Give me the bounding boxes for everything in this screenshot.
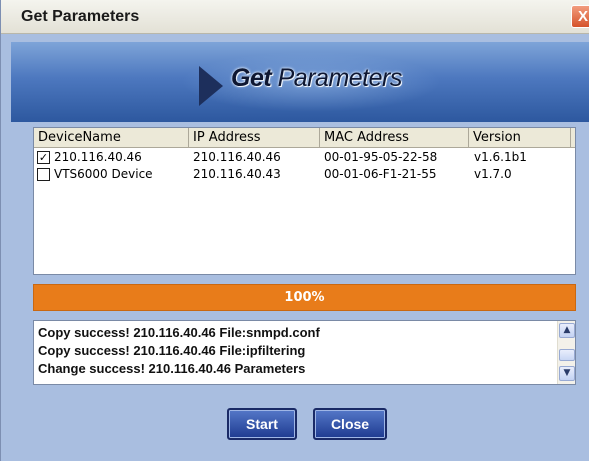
scroll-up-button[interactable]: ▲ <box>559 323 575 338</box>
log-line: Copy success! 210.116.40.46 File:snmpd.c… <box>38 325 320 340</box>
start-button[interactable]: Start <box>227 408 297 440</box>
device-list[interactable]: DeviceName IP Address MAC Address Versio… <box>33 127 576 275</box>
chevron-up-icon: ▲ <box>563 325 571 335</box>
progress-bar: 100% <box>33 284 576 311</box>
progress-label: 100% <box>284 290 325 305</box>
device-list-header: DeviceName IP Address MAC Address Versio… <box>34 128 575 148</box>
column-header-version[interactable]: Version <box>469 128 571 148</box>
banner-title: Get Parameters <box>231 64 402 93</box>
device-row[interactable]: VTS6000 Device 210.116.40.43 00-01-06-F1… <box>34 166 575 183</box>
device-row[interactable]: ✓ 210.116.40.46 210.116.40.46 00-01-95-0… <box>34 149 575 166</box>
device-version: v1.6.1b1 <box>474 150 527 164</box>
scroll-thumb[interactable] <box>559 349 575 361</box>
device-mac: 00-01-06-F1-21-55 <box>324 167 437 181</box>
device-checkbox[interactable] <box>37 168 50 181</box>
device-checkbox[interactable]: ✓ <box>37 151 50 164</box>
device-name: VTS6000 Device <box>54 167 153 181</box>
column-header-ip-address[interactable]: IP Address <box>189 128 320 148</box>
log-line: Change success! 210.116.40.46 Parameters <box>38 361 306 376</box>
device-ip: 210.116.40.43 <box>193 167 281 181</box>
device-ip: 210.116.40.46 <box>193 150 281 164</box>
column-header-mac-address[interactable]: MAC Address <box>320 128 469 148</box>
arrow-right-icon <box>199 66 223 106</box>
banner-title-rest: Parameters <box>271 64 403 92</box>
device-mac: 00-01-95-05-22-58 <box>324 150 438 164</box>
banner-title-bold: Get <box>231 64 272 92</box>
chevron-down-icon: ▼ <box>563 368 571 378</box>
header-banner: Get Parameters <box>11 42 589 122</box>
title-bar[interactable]: Get Parameters X <box>1 0 589 34</box>
window-title: Get Parameters <box>21 8 140 25</box>
device-version: v1.7.0 <box>474 167 512 181</box>
result-log[interactable]: Copy success! 210.116.40.46 File:snmpd.c… <box>33 320 576 385</box>
device-name: 210.116.40.46 <box>54 150 142 164</box>
log-scrollbar[interactable]: ▲ ▼ <box>557 321 575 384</box>
close-window-button[interactable]: X <box>571 5 589 28</box>
log-line: Copy success! 210.116.40.46 File:ipfilte… <box>38 343 306 358</box>
close-icon: X <box>577 8 588 25</box>
column-header-device-name[interactable]: DeviceName <box>34 128 189 148</box>
scroll-down-button[interactable]: ▼ <box>559 366 575 381</box>
get-parameters-dialog: Get Parameters X Get Parameters DeviceNa… <box>0 0 589 461</box>
close-button[interactable]: Close <box>313 408 387 440</box>
